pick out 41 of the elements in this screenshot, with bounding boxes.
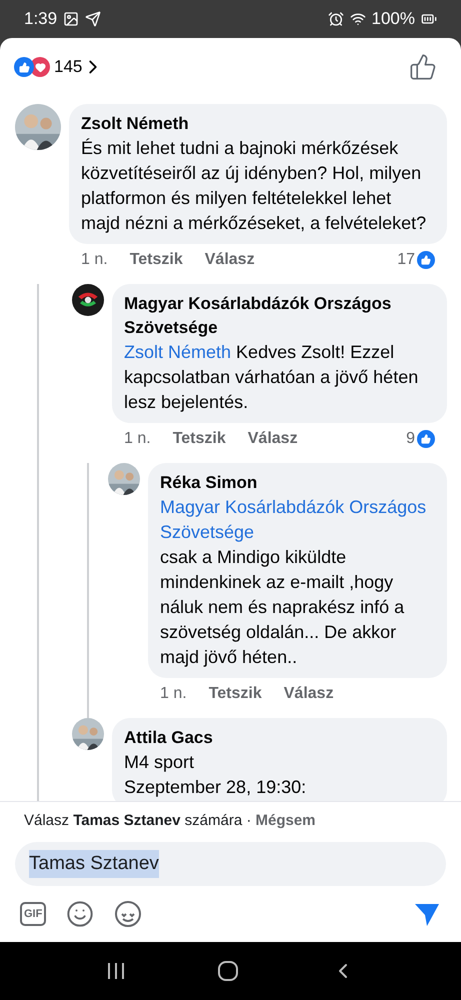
comment-time: 1 n.	[160, 684, 187, 704]
reaction-count-button[interactable]: 145	[54, 54, 104, 80]
author-name[interactable]: Zsolt Németh	[81, 112, 435, 136]
comment-text: Magyar Kosárlabdázók Országos Szövetsége csak a Mindigo kiküldte mindenkinek az e-mailt ,hogy náluk nem és naprakész infó a szövetség oldalán... De akkor majd jövő héten..	[160, 495, 435, 670]
author-name[interactable]: Attila Gacs	[124, 726, 435, 750]
image-icon	[63, 11, 80, 27]
like-icon	[417, 251, 435, 269]
reply-link[interactable]: Válasz	[204, 248, 255, 272]
like-icon[interactable]	[409, 53, 437, 81]
clock: 1:39	[24, 8, 58, 30]
comment-text: M4 sport Szeptember 28, 19:30:	[124, 751, 308, 799]
like-link[interactable]: Tetszik	[130, 248, 183, 272]
comment-time: 1 n.	[81, 250, 108, 270]
mention-link[interactable]: Magyar Kosárlabdázók Országos Szövetsége	[160, 495, 435, 545]
emoji-icon[interactable]	[66, 900, 94, 928]
author-name[interactable]: Réka Simon	[160, 471, 435, 495]
home-icon[interactable]	[217, 960, 240, 982]
send-icon	[85, 11, 102, 27]
like-reaction-icon	[14, 57, 34, 77]
reaction-count: 17	[397, 250, 415, 270]
reply-link[interactable]: Válasz	[284, 682, 334, 706]
sticker-icon[interactable]	[114, 900, 142, 928]
reply-info: Válasz Tamas Sztanev számára ·	[24, 810, 252, 830]
reply-link[interactable]: Válasz	[248, 427, 298, 451]
reaction-count: 9	[406, 429, 415, 449]
battery-level: 100%	[372, 8, 415, 30]
author-name[interactable]: Magyar Kosárlabdázók Országos Szövetsége	[124, 292, 435, 340]
like-link[interactable]: Tetszik	[172, 427, 226, 451]
comment-text: És mit lehet tudni a bajnoki mérkőzések közvetítéseiről az új idényben? Hol, milyen platformon és milyen feltételekkel lehet majd nézni a mérkőzéseket, a felvételeket?	[81, 137, 428, 235]
comment-text: Zsolt Németh Kedves Zsolt! Ezzel kapcsolatban várhatóan a jövő héten lesz bejelentés.	[124, 340, 420, 414]
cancel-link[interactable]: Mégsem	[256, 810, 316, 832]
recent-apps-icon[interactable]	[106, 962, 126, 980]
gif-button[interactable]: GIF	[20, 902, 46, 926]
mention-link[interactable]: Zsolt Németh	[124, 340, 232, 365]
like-link[interactable]: Tetszik	[208, 682, 262, 706]
like-icon	[417, 430, 435, 448]
logo-icon	[72, 284, 104, 316]
alarm-icon	[328, 11, 344, 27]
comment-input[interactable]: Tamas Sztanev	[15, 842, 446, 886]
wifi-icon	[350, 11, 366, 27]
comment-time: 1 n.	[124, 429, 151, 449]
